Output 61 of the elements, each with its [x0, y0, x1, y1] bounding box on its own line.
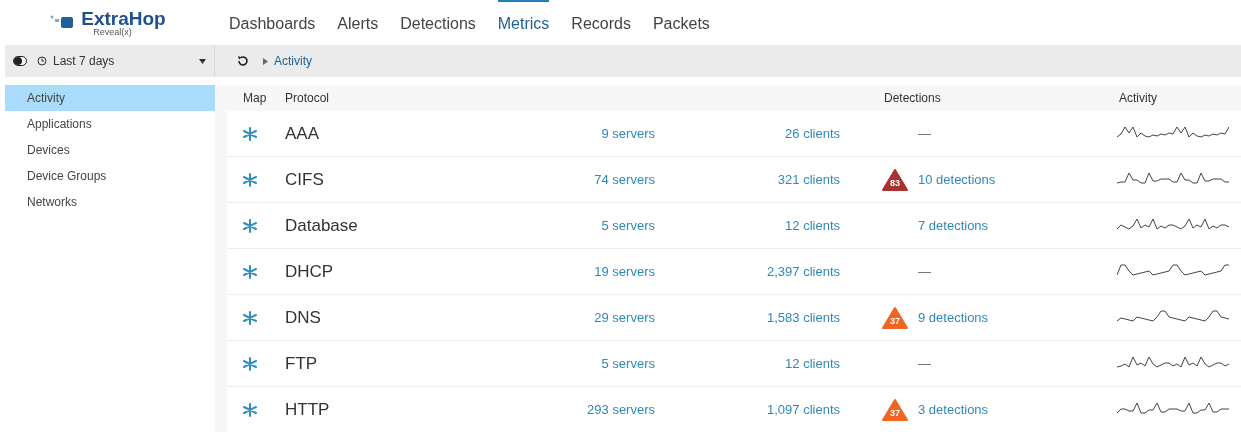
- column-header: Detections: [883, 91, 942, 105]
- empty-value: —: [918, 264, 931, 279]
- risk-badge: 83: [882, 168, 908, 191]
- detections-link[interactable]: 9 detections: [918, 310, 989, 325]
- brand-subtitle: Reveal(x): [93, 27, 132, 37]
- sidebar-item[interactable]: Device Groups: [5, 163, 215, 189]
- column-header: Activity: [1119, 91, 1157, 105]
- nav-tab[interactable]: Detections: [400, 0, 476, 45]
- clients-link[interactable]: 1,097 clients: [767, 402, 840, 417]
- empty-value: —: [918, 356, 931, 371]
- servers-link[interactable]: 74 servers: [594, 172, 655, 187]
- detections-link[interactable]: 10 detections: [918, 172, 996, 187]
- clients-link[interactable]: 321 clients: [777, 172, 840, 187]
- empty-value: —: [918, 126, 931, 141]
- brand-name: ExtraHop: [81, 8, 166, 28]
- detections-link[interactable]: 3 detections: [918, 402, 989, 417]
- expand-arrow-icon: [263, 57, 268, 65]
- protocol-name: CIFS: [285, 169, 324, 189]
- toggle-icon[interactable]: [13, 56, 27, 66]
- sidebar-item[interactable]: Networks: [5, 189, 215, 215]
- column-header: Protocol: [285, 91, 331, 105]
- sidebar-item[interactable]: Activity: [5, 85, 215, 111]
- nav-tab[interactable]: Alerts: [337, 0, 379, 45]
- protocol-name: HTTP: [285, 399, 330, 419]
- map-icon[interactable]: [243, 402, 257, 417]
- map-icon[interactable]: [243, 172, 257, 187]
- breadcrumb-link[interactable]: Activity: [274, 54, 312, 68]
- protocol-name: Database: [285, 215, 358, 235]
- map-icon[interactable]: [243, 264, 257, 279]
- map-icon[interactable]: [243, 126, 257, 141]
- servers-link[interactable]: 29 servers: [594, 310, 655, 325]
- protocol-name: DNS: [285, 307, 321, 327]
- servers-link[interactable]: 9 servers: [601, 126, 655, 141]
- servers-link[interactable]: 5 servers: [601, 218, 655, 233]
- nav-tab[interactable]: Dashboards: [229, 0, 316, 45]
- history-icon[interactable]: [237, 55, 249, 67]
- clients-link[interactable]: 2,397 clients: [767, 264, 840, 279]
- clients-link[interactable]: 26 clients: [785, 126, 840, 141]
- servers-link[interactable]: 5 servers: [601, 356, 655, 371]
- servers-link[interactable]: 19 servers: [594, 264, 655, 279]
- sidebar-item[interactable]: Devices: [5, 137, 215, 163]
- time-range-dropdown[interactable]: Last 7 days: [37, 54, 214, 68]
- clock-icon: [37, 56, 47, 66]
- map-icon[interactable]: [243, 356, 257, 371]
- protocol-name: AAA: [285, 123, 320, 143]
- caret-icon: [199, 58, 206, 64]
- clients-link[interactable]: 12 clients: [785, 218, 840, 233]
- risk-badge: 37: [882, 306, 908, 329]
- protocol-name: FTP: [285, 353, 318, 373]
- map-icon[interactable]: [243, 218, 257, 233]
- column-header: Map: [242, 91, 268, 105]
- nav-tab[interactable]: Records: [571, 0, 631, 45]
- servers-link[interactable]: 293 servers: [587, 402, 655, 417]
- map-icon[interactable]: [243, 310, 257, 325]
- protocol-name: DHCP: [285, 261, 334, 281]
- nav-tab[interactable]: Packets: [652, 0, 710, 45]
- detections-link[interactable]: 7 detections: [918, 218, 989, 233]
- risk-badge: 37: [882, 398, 908, 421]
- clients-link[interactable]: 12 clients: [785, 356, 840, 371]
- sidebar-item[interactable]: Applications: [5, 111, 215, 137]
- clients-link[interactable]: 1,583 clients: [767, 310, 840, 325]
